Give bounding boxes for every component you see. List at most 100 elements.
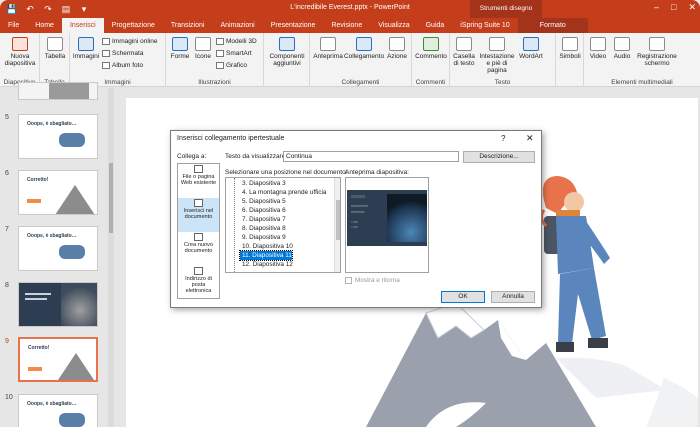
shapes-button[interactable]: Forme	[168, 37, 192, 60]
slide-thumbnail-partial[interactable]	[18, 82, 98, 100]
add-ins-button[interactable]: Componenti aggiuntivi	[266, 37, 308, 67]
document-places-list[interactable]: 3. Diapositiva 3 4. La montagna prende u…	[225, 177, 341, 273]
zoom-preview-button[interactable]: Anteprima	[311, 37, 345, 60]
tab-formato[interactable]: Formato	[517, 18, 588, 33]
minimize-button[interactable]: –	[654, 2, 659, 13]
link-option-new-document[interactable]: Crea nuovo documento	[178, 232, 219, 266]
group-label-multimedia: Elementi multimediali	[611, 79, 673, 86]
earth-image	[387, 194, 427, 242]
group-testo: Casella di testo Intestazione e piè di p…	[450, 33, 556, 87]
presentation-icon[interactable]: ▤	[60, 3, 72, 15]
tab-visualizza[interactable]: Visualizza	[370, 18, 417, 33]
link-option-email[interactable]: Indirizzo di posta elettronica	[178, 266, 219, 300]
list-item[interactable]: 3. Diapositiva 3	[240, 179, 286, 188]
thumbnails-scrollbar[interactable]	[108, 88, 114, 427]
comment-button[interactable]: Commento	[414, 37, 448, 60]
new-document-icon	[194, 233, 203, 241]
save-icon[interactable]: 💾	[6, 3, 18, 15]
new-slide-button[interactable]: Nuova diapositiva	[3, 37, 37, 67]
action-button[interactable]: Azione	[384, 37, 410, 60]
cancel-button[interactable]: Annulla	[491, 291, 535, 303]
group-diapositive: Nuova diapositiva Diapositive	[0, 33, 40, 87]
audio-button[interactable]: Audio	[610, 37, 634, 60]
slide-thumbnail-selected[interactable]: Corretto!	[18, 337, 98, 382]
wordart-button[interactable]: WordArt	[518, 37, 544, 60]
add-ins-label: Componenti aggiuntivi	[269, 53, 305, 67]
tab-home[interactable]: Home	[27, 18, 62, 33]
text-to-display-label: Testo da visualizzare:	[225, 153, 288, 160]
text-to-display-input[interactable]: Continua	[283, 151, 459, 162]
online-pictures-label: Immagini online	[112, 38, 158, 45]
wordart-label: WordArt	[519, 53, 543, 60]
screen-recording-icon	[649, 37, 665, 51]
chart-icon	[216, 62, 224, 69]
mountain-image	[49, 83, 89, 99]
close-button[interactable]: ✕	[688, 2, 696, 13]
hyperlink-button[interactable]: Collegamento	[344, 37, 384, 60]
link-option-label: Indirizzo di posta elettronica	[185, 276, 212, 294]
slide-thumbnail[interactable]: Ooops, è sbagliato…	[18, 394, 98, 427]
chart-button[interactable]: Grafico	[216, 62, 247, 69]
tab-animazioni[interactable]: Animazioni	[212, 18, 262, 33]
symbols-button[interactable]: Simboli	[558, 37, 582, 60]
3d-models-button[interactable]: Modelli 3D	[216, 38, 257, 45]
online-pictures-button[interactable]: Immagini online	[102, 38, 158, 45]
table-button[interactable]: Tabella	[42, 37, 68, 60]
pictures-button[interactable]: Immagini	[72, 37, 100, 60]
new-slide-icon	[12, 37, 28, 51]
slide-thumbnail[interactable]: Ooops, è sbagliato…	[18, 114, 98, 159]
show-and-return-checkbox[interactable]	[345, 277, 352, 284]
smartart-button[interactable]: SmartArt	[216, 50, 252, 57]
list-item[interactable]: 9. Diapositiva 9	[240, 233, 286, 242]
tab-presentazione[interactable]: Presentazione	[263, 18, 324, 33]
icons-button[interactable]: Icone	[192, 37, 214, 60]
customize-qat-icon[interactable]: ▾	[78, 3, 90, 15]
group-commenti: Commento Commenti	[412, 33, 450, 87]
ok-button[interactable]: OK	[441, 291, 485, 303]
redo-icon[interactable]: ↷	[42, 3, 54, 15]
list-item[interactable]: 10. Diapositiva 10	[240, 242, 293, 251]
screen-recording-button[interactable]: Registrazione schermo	[636, 37, 678, 67]
list-item[interactable]: 4. La montagna prende ufficia	[240, 188, 326, 197]
slide-number: 8	[5, 282, 9, 289]
tab-inserisci[interactable]: Inserisci	[61, 18, 104, 33]
video-button[interactable]: Video	[586, 37, 610, 60]
maximize-button[interactable]: □	[671, 2, 676, 13]
text-line	[25, 293, 51, 295]
tab-file[interactable]: File	[0, 18, 27, 33]
slide-thumbnail[interactable]	[18, 282, 98, 327]
link-option-place-in-document[interactable]: Inserisci nel documento	[178, 198, 219, 232]
tab-revisione[interactable]: Revisione	[323, 18, 370, 33]
slide-thumbnail[interactable]: Corretto!	[18, 170, 98, 215]
list-item[interactable]: 5. Diapositiva 5	[240, 197, 286, 206]
list-item-selected[interactable]: 11. Diapositiva 11	[239, 250, 293, 261]
continue-button-mini	[27, 199, 41, 203]
list-item[interactable]: 8. Diapositiva 8	[240, 224, 286, 233]
audio-icon	[614, 37, 630, 51]
tab-progettazione[interactable]: Progettazione	[104, 18, 163, 33]
slide-thumbnail[interactable]: Ooops, è sbagliato…	[18, 226, 98, 271]
scrollbar-thumb[interactable]	[109, 163, 113, 233]
list-scrollbar[interactable]	[334, 178, 340, 272]
help-button[interactable]: ?	[501, 134, 505, 143]
climber-illustration	[59, 245, 85, 259]
screenshot-button[interactable]: Schermata	[102, 50, 143, 57]
list-scrollbar-thumb[interactable]	[336, 200, 340, 240]
table-label: Tabella	[44, 53, 66, 60]
comment-icon	[423, 37, 439, 51]
list-item[interactable]: 6. Diapositiva 6	[240, 206, 286, 215]
header-footer-button[interactable]: Intestazione e piè di pagina	[477, 37, 517, 74]
list-item[interactable]: 7. Diapositiva 7	[240, 215, 286, 224]
photo-album-button[interactable]: Album foto	[102, 62, 143, 69]
picture-icon	[78, 37, 94, 51]
textbox-button[interactable]: Casella di testo	[451, 37, 477, 67]
dialog-close-button[interactable]: ✕	[526, 133, 534, 144]
tab-transizioni[interactable]: Transizioni	[163, 18, 213, 33]
text-line	[25, 298, 47, 300]
list-item[interactable]: 12. Diapositiva 12	[240, 260, 293, 269]
tab-guida[interactable]: Guida	[418, 18, 453, 33]
screentip-button[interactable]: Descrizione...	[463, 151, 535, 163]
tab-ispring[interactable]: iSpring Suite 10	[452, 18, 517, 33]
undo-icon[interactable]: ↶	[24, 3, 36, 15]
link-option-existing-file[interactable]: File o pagina Web esistente	[178, 164, 219, 198]
